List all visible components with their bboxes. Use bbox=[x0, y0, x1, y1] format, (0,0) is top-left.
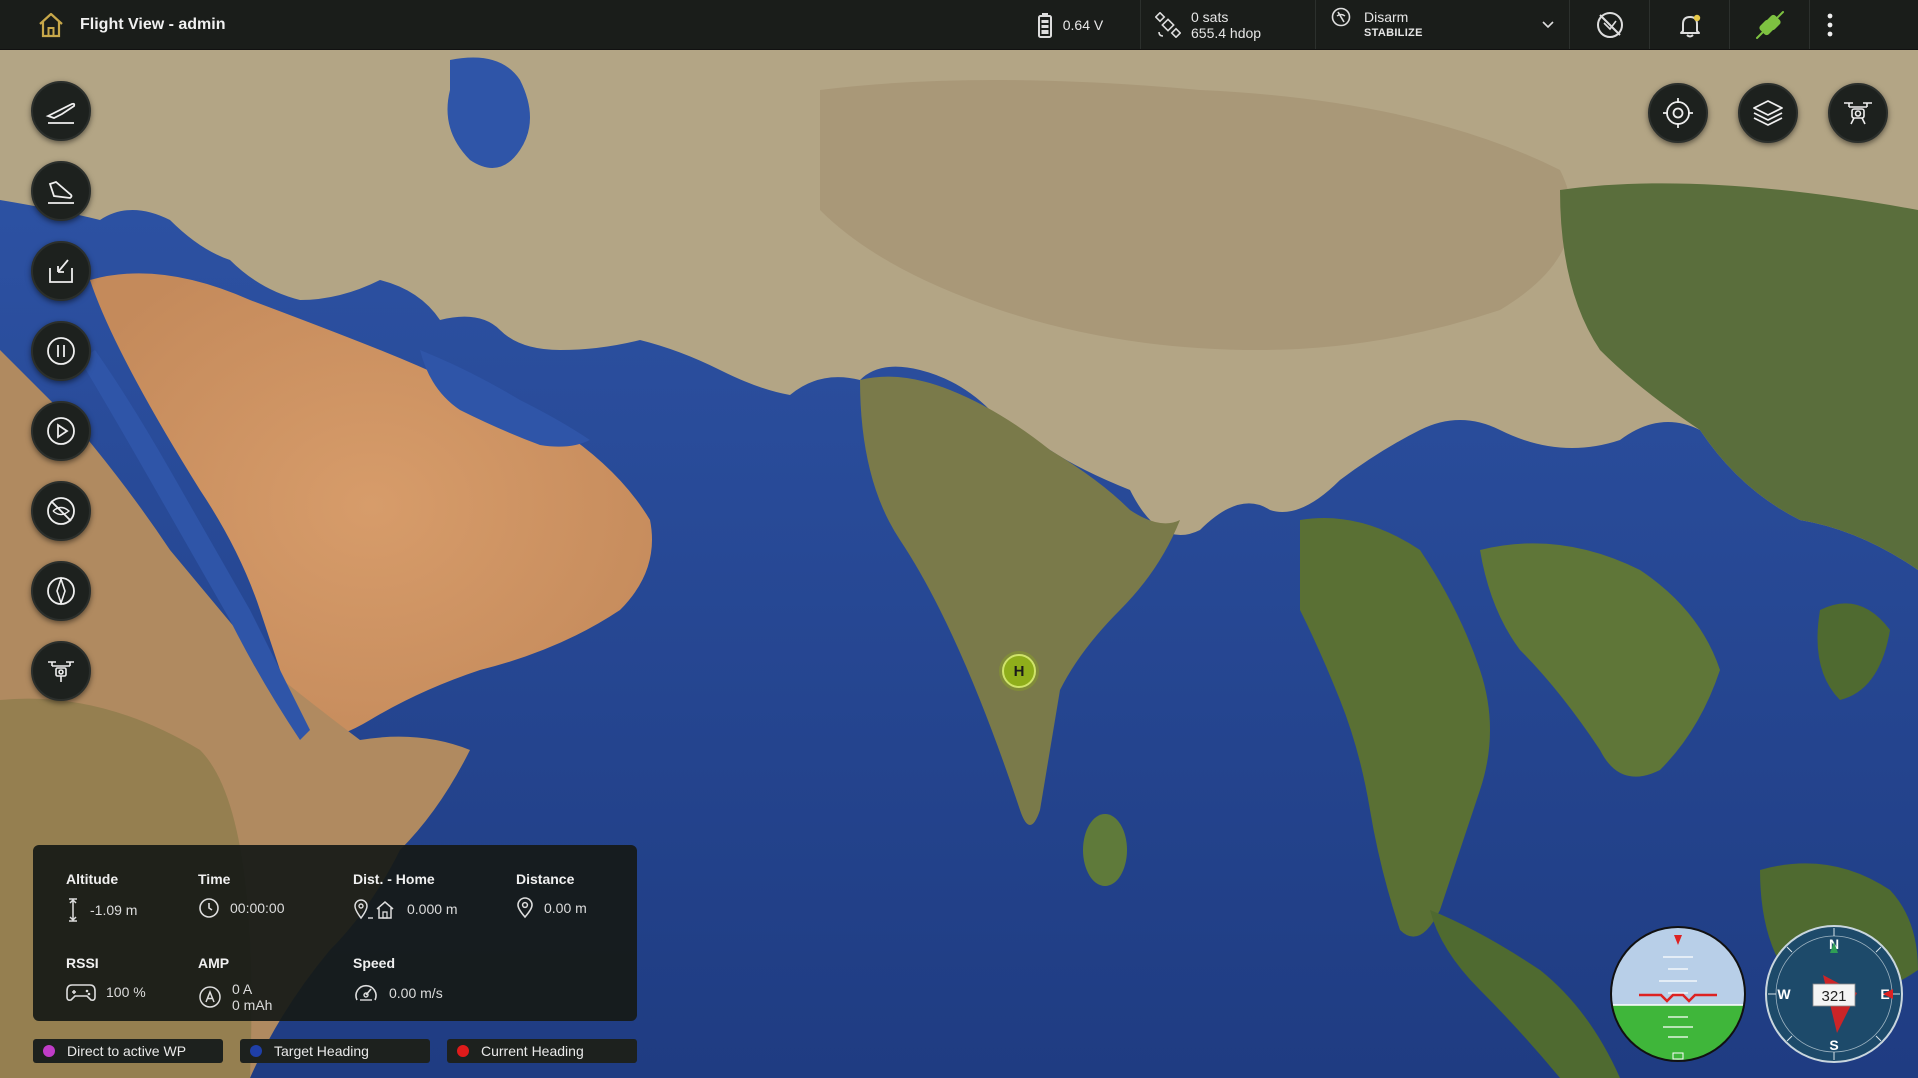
gps-hdop: 655.4 hdop bbox=[1191, 24, 1262, 41]
drone-camera-icon bbox=[48, 661, 74, 682]
map-layers-button[interactable] bbox=[1738, 83, 1798, 143]
altitude-value: -1.09 m bbox=[90, 902, 138, 918]
amp-value: 0 A bbox=[232, 981, 253, 997]
plug-connected-icon bbox=[1755, 10, 1784, 39]
no-signal-button[interactable] bbox=[1569, 0, 1649, 49]
crosshair-icon bbox=[1663, 98, 1693, 128]
page-title: Flight View - admin bbox=[80, 15, 226, 33]
chevron-down-icon[interactable] bbox=[1541, 20, 1555, 30]
ampere-icon bbox=[199, 986, 221, 1008]
location-pin-icon bbox=[517, 897, 533, 919]
drone-camera-button[interactable] bbox=[31, 641, 91, 701]
home-icon[interactable] bbox=[36, 10, 66, 40]
compass-heading-value: 321 bbox=[1821, 988, 1846, 1005]
flight-mode: STABILIZE bbox=[1364, 26, 1423, 39]
more-vertical-icon bbox=[1827, 13, 1832, 36]
compass-south: S bbox=[1829, 1037, 1838, 1053]
rssi-value: 100 % bbox=[106, 984, 146, 1000]
arm-state: Disarm bbox=[1364, 8, 1409, 25]
bell-icon bbox=[1679, 14, 1700, 37]
gps-status[interactable]: 0 sats 655.4 hdop bbox=[1140, 0, 1315, 49]
drone-view-button[interactable] bbox=[1828, 83, 1888, 143]
legend-target-heading: Target Heading bbox=[240, 1039, 430, 1063]
notifications-button[interactable] bbox=[1649, 0, 1729, 49]
speed-label: Speed bbox=[353, 955, 396, 971]
distance-value: 0.00 m bbox=[544, 900, 587, 916]
gamepad-icon bbox=[66, 984, 96, 1001]
drone-icon bbox=[1844, 102, 1872, 125]
title-area: Flight View - admin bbox=[0, 0, 1000, 49]
telemetry-panel: Altitude -1.09 m Time 00:00:00 Dist. - H… bbox=[33, 845, 637, 1021]
clock-icon bbox=[199, 898, 219, 918]
speedometer-icon bbox=[355, 984, 377, 1001]
dist-home-value: 0.000 m bbox=[407, 901, 458, 917]
time-cell: Time 00:00:00 bbox=[198, 871, 285, 919]
pause-icon bbox=[47, 337, 75, 365]
legend-current-heading: Current Heading bbox=[447, 1039, 637, 1063]
connection-button[interactable] bbox=[1729, 0, 1809, 49]
mah-value: 0 mAh bbox=[232, 997, 273, 1013]
landing-icon bbox=[48, 180, 74, 204]
satellite-icon bbox=[1155, 11, 1181, 38]
distance-label: Distance bbox=[516, 871, 575, 887]
speed-value: 0.00 m/s bbox=[389, 985, 443, 1001]
rssi-label: RSSI bbox=[66, 955, 99, 971]
legend-dot-magenta bbox=[43, 1045, 55, 1057]
no-fly-zone-icon bbox=[47, 497, 75, 525]
legend-direct-wp: Direct to active WP bbox=[33, 1039, 223, 1063]
compass-icon bbox=[47, 576, 75, 606]
takeoff-icon bbox=[45, 102, 76, 124]
disarm-icon bbox=[1331, 7, 1351, 27]
pin-to-home-icon bbox=[354, 899, 394, 920]
flight-mode-selector[interactable]: Disarm STABILIZE bbox=[1315, 0, 1569, 49]
dist-home-label: Dist. - Home bbox=[353, 871, 435, 887]
legend-label: Target Heading bbox=[274, 1043, 369, 1059]
time-value: 00:00:00 bbox=[230, 900, 285, 916]
play-button[interactable] bbox=[31, 401, 91, 461]
play-icon bbox=[47, 417, 75, 445]
gps-satellites: 0 sats bbox=[1191, 8, 1229, 25]
amp-cell: AMP 0 A 0 mAh bbox=[198, 955, 272, 1013]
legend-label: Current Heading bbox=[481, 1043, 584, 1059]
compass-heading-indicator: N E S W 321 bbox=[1765, 925, 1903, 1063]
speed-cell: Speed 0.00 m/s bbox=[353, 955, 443, 1005]
more-menu-button[interactable] bbox=[1809, 0, 1849, 49]
land-button[interactable] bbox=[31, 161, 91, 221]
battery-status[interactable]: 0.64 V bbox=[1000, 0, 1140, 49]
legend-dot-red bbox=[457, 1045, 469, 1057]
amp-label: AMP bbox=[198, 955, 230, 971]
home-marker[interactable]: H bbox=[1002, 654, 1036, 688]
dist-home-cell: Dist. - Home 0.000 m bbox=[353, 871, 458, 921]
altitude-icon bbox=[69, 898, 77, 922]
return-to-launch-button[interactable] bbox=[31, 241, 91, 301]
battery-voltage: 0.64 V bbox=[1062, 16, 1104, 33]
distance-cell: Distance 0.00 m bbox=[516, 871, 587, 919]
rtl-icon bbox=[49, 259, 73, 283]
legend-dot-blue bbox=[250, 1045, 262, 1057]
rssi-cell: RSSI 100 % bbox=[66, 955, 146, 1003]
no-fly-zone-button[interactable] bbox=[31, 481, 91, 541]
takeoff-button[interactable] bbox=[31, 81, 91, 141]
attitude-indicator bbox=[1610, 926, 1746, 1062]
altitude-cell: Altitude -1.09 m bbox=[66, 871, 137, 923]
compass-calibrate-button[interactable] bbox=[31, 561, 91, 621]
pause-button[interactable] bbox=[31, 321, 91, 381]
compass-west: W bbox=[1777, 986, 1791, 1002]
no-fly-icon bbox=[1596, 11, 1623, 38]
layers-icon bbox=[1753, 100, 1783, 126]
locate-button[interactable] bbox=[1648, 83, 1708, 143]
altitude-label: Altitude bbox=[66, 871, 119, 887]
legend-label: Direct to active WP bbox=[67, 1043, 187, 1059]
time-label: Time bbox=[198, 871, 231, 887]
battery-icon bbox=[1037, 12, 1052, 38]
top-bar: Flight View - admin 0.64 V 0 sats 655.4 … bbox=[0, 0, 1918, 50]
